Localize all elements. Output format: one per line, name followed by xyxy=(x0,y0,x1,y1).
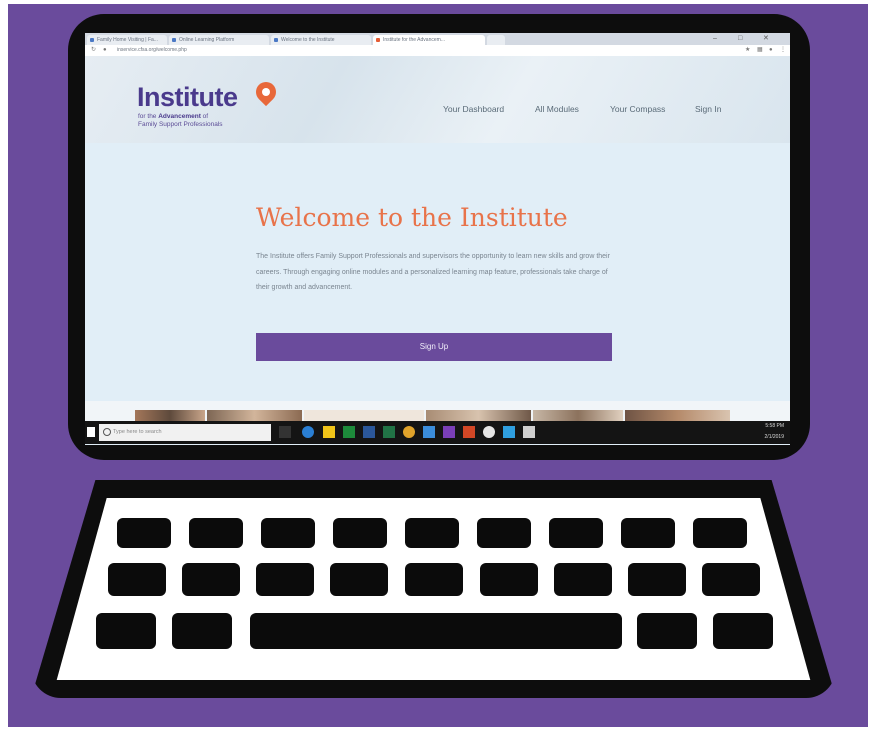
outlook-icon[interactable] xyxy=(423,426,435,438)
lock-icon: ● xyxy=(103,47,107,53)
laptop-illustration: Family Home Visiting | Fa... Online Lear… xyxy=(0,0,874,735)
keyboard-key xyxy=(621,518,675,548)
keyboard-key xyxy=(693,518,747,548)
keyboard-key xyxy=(637,613,697,649)
hero-description: The Institute offers Family Support Prof… xyxy=(256,253,610,291)
task-view-icon[interactable] xyxy=(279,426,291,438)
tab-favicon xyxy=(376,38,380,42)
keyboard-key xyxy=(405,563,463,596)
keyboard-key xyxy=(182,563,240,596)
laptop-screen: Family Home Visiting | Fa... Online Lear… xyxy=(85,33,790,445)
excel-icon[interactable] xyxy=(383,426,395,438)
site-logo[interactable]: Institute xyxy=(137,82,238,113)
logo-subtitle: for the Advancement of Family Support Pr… xyxy=(138,113,223,128)
word-icon[interactable] xyxy=(363,426,375,438)
nav-your-compass[interactable]: Your Compass xyxy=(610,104,665,114)
spacebar-key xyxy=(250,613,622,649)
keyboard-key xyxy=(189,518,243,548)
keyboard-key xyxy=(261,518,315,548)
tab-favicon xyxy=(90,38,94,42)
hero-title: Welcome to the Institute xyxy=(256,203,568,232)
windows-start-icon[interactable] xyxy=(87,427,95,437)
nav-your-dashboard[interactable]: Your Dashboard xyxy=(443,104,504,114)
keyboard-key xyxy=(549,518,603,548)
browser-tab[interactable]: Family Home Visiting | Fa... xyxy=(87,35,167,45)
system-clock[interactable]: 5:58 PM 2/1/2019 xyxy=(765,421,784,443)
extension-icon[interactable]: ▦ xyxy=(757,45,763,56)
browser-tab[interactable]: Online Learning Platform xyxy=(169,35,269,45)
store-icon[interactable] xyxy=(343,426,355,438)
keyboard-key xyxy=(117,518,171,548)
sign-up-button[interactable]: Sign Up xyxy=(256,333,612,361)
browser-tab-bar: Family Home Visiting | Fa... Online Lear… xyxy=(85,33,790,45)
keyboard-key xyxy=(172,613,232,649)
keyboard-key xyxy=(405,518,459,548)
keyboard-key xyxy=(702,563,760,596)
keyboard-key xyxy=(330,563,388,596)
keyboard-key xyxy=(256,563,314,596)
nav-sign-in[interactable]: Sign In xyxy=(695,104,721,114)
maximize-icon[interactable]: □ xyxy=(738,33,742,45)
edge-icon[interactable] xyxy=(302,426,314,438)
app-icon[interactable] xyxy=(503,426,515,438)
keyboard-key xyxy=(108,563,166,596)
new-tab-button[interactable] xyxy=(487,35,505,45)
keyboard-key xyxy=(96,613,156,649)
close-icon[interactable]: ✕ xyxy=(763,33,769,45)
file-explorer-icon[interactable] xyxy=(323,426,335,438)
profile-icon[interactable]: ● xyxy=(769,45,773,56)
chrome-icon[interactable] xyxy=(403,426,415,438)
powerpoint-icon[interactable] xyxy=(463,426,475,438)
star-icon[interactable]: ★ xyxy=(745,45,750,56)
address-text[interactable]: inservice.cfsa.org/welcome.php xyxy=(117,45,187,56)
reload-icon[interactable]: ↻ xyxy=(91,45,96,56)
settings-icon[interactable] xyxy=(483,426,495,438)
keyboard-key xyxy=(480,563,538,596)
browser-tab-active[interactable]: Institute for the Advancem... xyxy=(373,35,485,45)
keyboard-key xyxy=(628,563,686,596)
app-icon[interactable] xyxy=(523,426,535,438)
browser-tab[interactable]: Welcome to the Institute xyxy=(271,35,371,45)
windows-taskbar: Type here to search 5:58 PM 2/1/2019 xyxy=(85,421,790,444)
menu-icon[interactable]: ⋮ xyxy=(780,45,786,56)
minimize-icon[interactable]: – xyxy=(713,33,717,45)
keyboard-key xyxy=(554,563,612,596)
taskbar-search[interactable]: Type here to search xyxy=(99,424,271,441)
nav-all-modules[interactable]: All Modules xyxy=(535,104,579,114)
keyboard-key xyxy=(713,613,773,649)
keyboard-key xyxy=(333,518,387,548)
search-icon xyxy=(103,428,111,436)
tab-favicon xyxy=(274,38,278,42)
onenote-icon[interactable] xyxy=(443,426,455,438)
tab-favicon xyxy=(172,38,176,42)
keyboard-key xyxy=(477,518,531,548)
